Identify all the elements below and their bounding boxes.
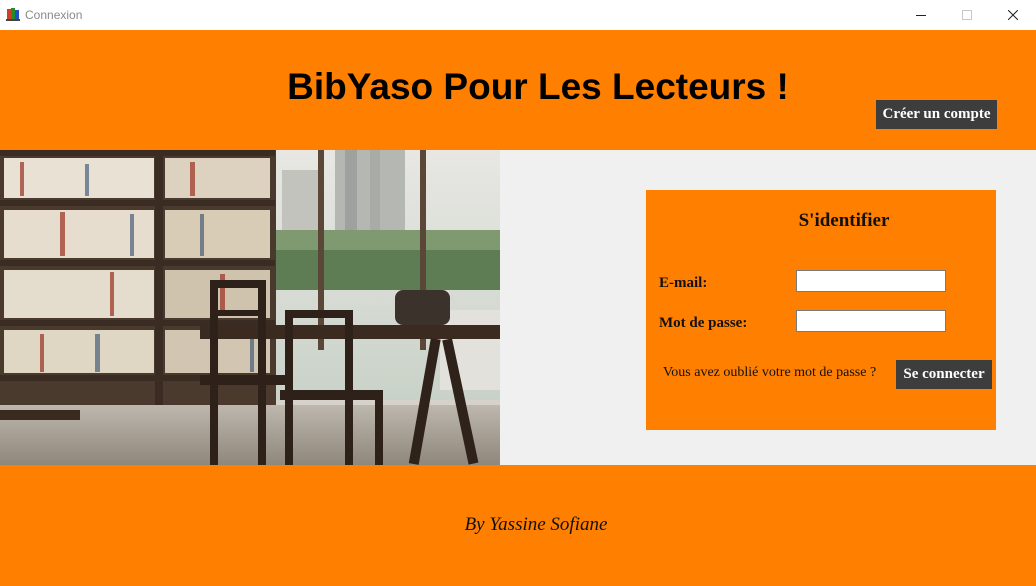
minimize-icon (916, 15, 926, 16)
create-account-button[interactable]: Créer un compte (876, 100, 997, 129)
window-title: Connexion (25, 8, 83, 22)
close-icon (1008, 10, 1018, 20)
email-label: E-mail: (659, 275, 708, 291)
app-icon (6, 8, 20, 21)
footer-banner: By Yassine Sofiane (0, 465, 1036, 586)
author-credit: By Yassine Sofiane (464, 514, 608, 535)
password-label: Mot de passe: (659, 315, 748, 331)
forgot-password-link[interactable]: Vous avez oublié votre mot de passe ? (663, 365, 876, 381)
maximize-button[interactable] (944, 0, 990, 30)
close-button[interactable] (990, 0, 1036, 30)
login-title: S'identifier (798, 210, 890, 231)
email-field[interactable] (796, 270, 946, 292)
header-banner: BibYaso Pour Les Lecteurs ! Créer un com… (0, 30, 1036, 150)
login-button[interactable]: Se connecter (896, 360, 992, 389)
password-field[interactable] (796, 310, 946, 332)
minimize-button[interactable] (898, 0, 944, 30)
library-image (0, 150, 500, 465)
login-panel: S'identifier E-mail: Mot de passe: Vous … (646, 190, 996, 430)
maximize-icon (962, 10, 972, 20)
window-titlebar: Connexion (0, 0, 1036, 30)
